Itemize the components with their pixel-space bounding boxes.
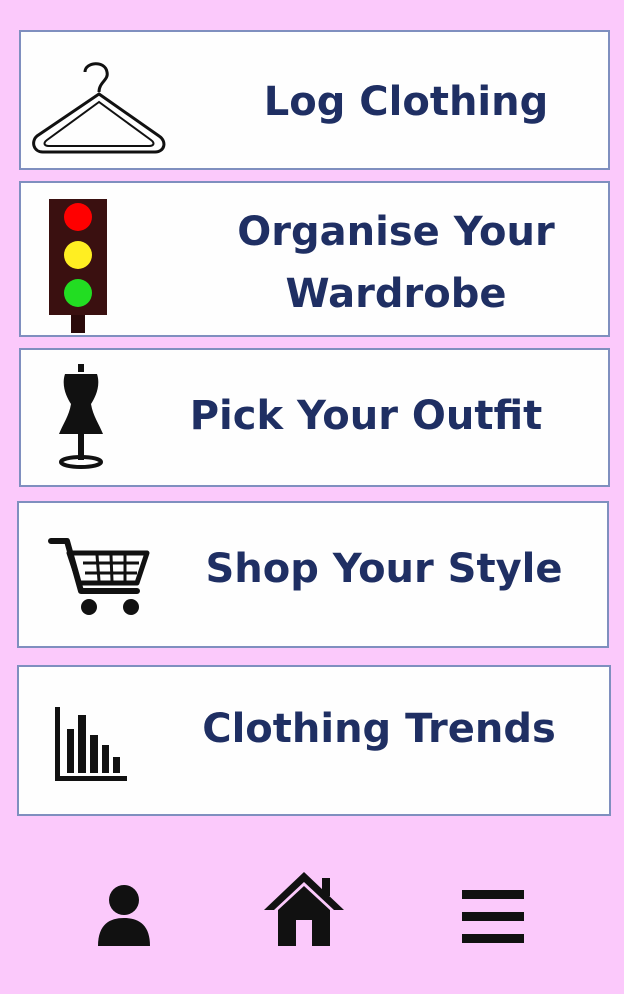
menu-icon[interactable] — [462, 888, 524, 946]
traffic-light-icon — [49, 199, 107, 333]
hanger-icon — [32, 62, 166, 154]
shop-style-label: Shop Your Style — [205, 546, 563, 592]
dress-form-icon — [59, 364, 103, 469]
user-icon[interactable] — [96, 884, 152, 946]
log-clothing-label: Log Clothing — [263, 79, 549, 125]
log-clothing-button[interactable]: Log Clothing — [19, 30, 610, 170]
pick-outfit-button[interactable]: Pick Your Outfit — [19, 348, 610, 487]
clothing-trends-button[interactable]: Clothing Trends — [17, 665, 611, 816]
bar-chart-icon — [55, 707, 127, 781]
organise-wardrobe-label: Organise Your Wardrobe — [237, 209, 555, 317]
organise-wardrobe-button[interactable]: Organise Your Wardrobe — [19, 181, 610, 337]
pick-outfit-label: Pick Your Outfit — [189, 393, 543, 439]
shopping-cart-icon — [48, 538, 150, 615]
shop-style-button[interactable]: Shop Your Style — [17, 501, 609, 648]
clothing-trends-label: Clothing Trends — [202, 706, 556, 752]
home-icon[interactable] — [264, 870, 344, 946]
